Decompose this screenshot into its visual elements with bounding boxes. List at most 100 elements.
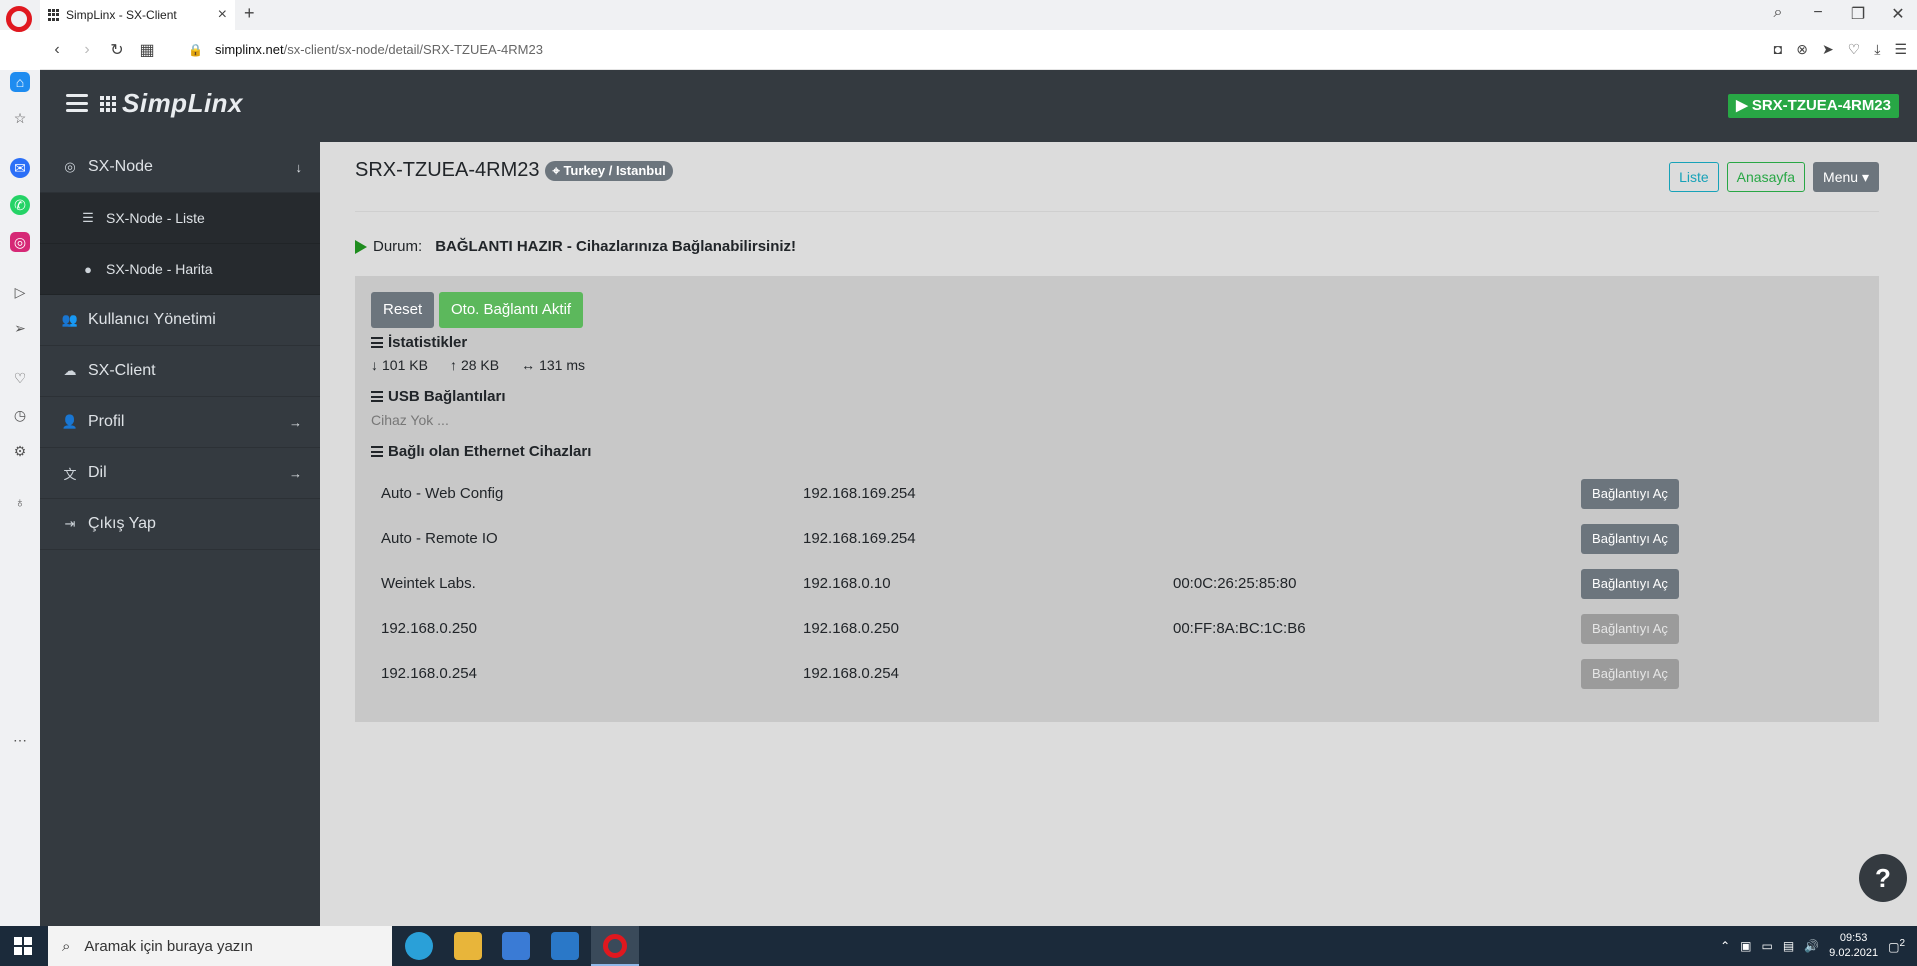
url-field[interactable]: simplinx.net/sx-client/sx-node/detail/SR… bbox=[215, 42, 543, 57]
liste-button[interactable]: Liste bbox=[1669, 162, 1719, 192]
brand-logo[interactable]: SimpLinx bbox=[100, 88, 243, 119]
chevron-up-icon[interactable]: ⌃ bbox=[1720, 939, 1730, 953]
device-mac: 00:0C:26:25:85:80 bbox=[1173, 575, 1297, 592]
opera-taskbar-button[interactable] bbox=[591, 926, 639, 966]
table-row: Auto - Remote IO 192.168.169.254 Bağlant… bbox=[381, 524, 1679, 554]
home-icon[interactable]: ⌂ bbox=[10, 72, 30, 92]
open-connection-button[interactable]: Bağlantıyı Aç bbox=[1581, 479, 1679, 509]
list-icon: ☰ bbox=[82, 210, 94, 225]
settings-icon[interactable]: ⚙ bbox=[10, 441, 30, 461]
sidebar-item-sx-client[interactable]: ☁ SX-Client bbox=[40, 346, 320, 397]
connection-status: Durum: BAĞLANTI HAZIR - Cihazlarınıza Ba… bbox=[355, 238, 796, 255]
divider bbox=[355, 211, 1879, 212]
history-icon[interactable]: ◷ bbox=[10, 405, 30, 425]
simplinx-favicon-icon bbox=[48, 9, 60, 21]
battery-icon[interactable]: ▭ bbox=[1762, 939, 1773, 953]
minimize-icon[interactable]: − bbox=[1809, 4, 1827, 24]
device-name: Auto - Remote IO bbox=[381, 530, 498, 547]
search-tabs-icon[interactable]: ⌕ bbox=[1769, 4, 1787, 24]
taskbar-search-input[interactable]: ⌕ Aramak için buraya yazın bbox=[48, 926, 392, 966]
new-tab-icon[interactable]: + bbox=[244, 3, 255, 24]
address-bar: ‹ › ↻ ▦ 🔒 simplinx.net/sx-client/sx-node… bbox=[40, 30, 1917, 70]
open-connection-button[interactable]: Bağlantıyı Aç bbox=[1581, 614, 1679, 644]
easy-setup-icon[interactable]: ☰ bbox=[1894, 41, 1907, 58]
auto-connection-button[interactable]: Oto. Bağlantı Aktif bbox=[439, 292, 584, 328]
table-row: 192.168.0.254 192.168.0.254 Bağlantıyı A… bbox=[381, 659, 1679, 689]
heart-icon[interactable]: ♡ bbox=[1848, 41, 1861, 58]
brand-dots-icon bbox=[100, 95, 116, 112]
main-content: SRX-TZUEA-4RM23 ⌖ Turkey / Istanbul List… bbox=[320, 142, 1917, 926]
arrow-down-icon: ↓ bbox=[371, 357, 378, 373]
clock[interactable]: 09:53 9.02.2021 bbox=[1829, 931, 1878, 961]
bars-icon bbox=[371, 391, 383, 402]
download-stat: ↓ 101 KB bbox=[371, 357, 428, 373]
send-icon[interactable]: ➤ bbox=[1822, 41, 1834, 58]
arrow-right-icon: → bbox=[289, 465, 302, 481]
snapshot-icon[interactable]: ◘ bbox=[1774, 41, 1782, 58]
messenger-icon[interactable]: ✉ bbox=[10, 158, 30, 178]
sidebar-item-user-management[interactable]: 👥 Kullanıcı Yönetimi bbox=[40, 295, 320, 346]
device-icon[interactable]: ▣ bbox=[1740, 939, 1751, 953]
more-icon[interactable]: ⋯ bbox=[10, 730, 30, 750]
arrows-horizontal-icon: ↔ bbox=[521, 357, 536, 373]
map-marker-icon: ⌖ bbox=[552, 162, 560, 178]
reload-icon[interactable]: ↻ bbox=[104, 40, 130, 60]
whatsapp-icon[interactable]: ✆ bbox=[10, 195, 30, 215]
open-connection-button[interactable]: Bağlantıyı Aç bbox=[1581, 524, 1679, 554]
sidebar-item-profile[interactable]: 👤 Profil → bbox=[40, 397, 320, 448]
usb-empty-text: Cihaz Yok ... bbox=[371, 412, 449, 428]
close-window-icon[interactable]: ✕ bbox=[1889, 4, 1907, 24]
store-icon[interactable] bbox=[502, 932, 530, 960]
sidebar-item-sx-node-liste[interactable]: ☰ SX-Node - Liste bbox=[40, 193, 320, 244]
browser-tab[interactable]: SimpLinx - SX-Client × bbox=[40, 0, 235, 30]
globe-icon: ● bbox=[84, 261, 92, 277]
sidebar-item-sx-node[interactable]: ◎ SX-Node ↓ bbox=[40, 142, 320, 193]
open-connection-button[interactable]: Bağlantıyı Aç bbox=[1581, 659, 1679, 689]
send-flow-icon[interactable]: ➢ bbox=[10, 318, 30, 338]
restore-icon[interactable]: ❐ bbox=[1849, 4, 1867, 24]
edge-icon[interactable] bbox=[405, 932, 433, 960]
users-icon: 👥 bbox=[61, 312, 79, 327]
sidebar-item-logout[interactable]: ⇥ Çıkış Yap bbox=[40, 499, 320, 550]
bookmarks-icon[interactable]: ☆ bbox=[10, 108, 30, 128]
file-explorer-icon[interactable] bbox=[454, 932, 482, 960]
table-row: Weintek Labs. 192.168.0.10 00:0C:26:25:8… bbox=[381, 569, 1679, 599]
close-tab-icon[interactable]: × bbox=[218, 6, 227, 24]
volume-icon[interactable]: 🔊 bbox=[1804, 939, 1819, 953]
instagram-icon[interactable]: ◎ bbox=[10, 232, 30, 252]
app-header: SimpLinx ▶ SRX-TZUEA-4RM23 bbox=[40, 70, 1917, 142]
stats-values: ↓ 101 KB ↑ 28 KB ↔ 131 ms bbox=[371, 357, 585, 373]
notifications-icon[interactable]: ▢2 bbox=[1888, 938, 1905, 954]
hamburger-icon[interactable] bbox=[66, 94, 88, 112]
player-icon[interactable]: ▷ bbox=[10, 282, 30, 302]
help-button[interactable]: ? bbox=[1859, 854, 1907, 902]
favorites-icon[interactable]: ♡ bbox=[10, 368, 30, 388]
opera-logo-icon[interactable] bbox=[6, 6, 32, 32]
network-icon[interactable]: ▤ bbox=[1783, 939, 1794, 953]
anasayfa-button[interactable]: Anasayfa bbox=[1726, 162, 1806, 192]
back-icon[interactable]: ‹ bbox=[44, 41, 70, 59]
sidebar-item-sx-node-harita[interactable]: ● SX-Node - Harita bbox=[40, 244, 320, 295]
menu-dropdown-button[interactable]: Menu ▾ bbox=[1813, 162, 1879, 192]
tips-icon[interactable]: ♁ bbox=[10, 492, 30, 512]
reset-button[interactable]: Reset bbox=[371, 292, 435, 328]
latency-stat: ↔ 131 ms bbox=[521, 357, 585, 373]
forward-icon[interactable]: › bbox=[74, 41, 100, 59]
sidebar-item-language[interactable]: 文 Dil → bbox=[40, 448, 320, 499]
windows-start-icon[interactable] bbox=[14, 937, 32, 955]
download-icon[interactable]: ⤓ bbox=[1874, 41, 1880, 58]
active-node-badge[interactable]: ▶ SRX-TZUEA-4RM23 bbox=[1728, 94, 1899, 118]
language-icon: 文 bbox=[63, 466, 77, 482]
upload-stat: ↑ 28 KB bbox=[449, 357, 500, 373]
sign-out-icon: ⇥ bbox=[64, 516, 76, 531]
address-bar-actions: ◘ ⊗ ➤ ♡ ⤓ ☰ bbox=[1774, 41, 1907, 58]
status-text: BAĞLANTI HAZIR - Cihazlarınıza Bağlanabi… bbox=[435, 238, 797, 255]
open-connection-button[interactable]: Bağlantıyı Aç bbox=[1581, 569, 1679, 599]
location-badge: ⌖ Turkey / Istanbul bbox=[545, 160, 673, 181]
adblock-icon[interactable]: ⊗ bbox=[1796, 41, 1808, 58]
target-icon: ◎ bbox=[64, 159, 76, 174]
tiles-icon[interactable]: ▦ bbox=[134, 40, 160, 60]
device-ip: 192.168.169.254 bbox=[803, 530, 916, 547]
lock-icon[interactable]: 🔒 bbox=[188, 43, 203, 57]
mail-icon[interactable] bbox=[551, 932, 579, 960]
